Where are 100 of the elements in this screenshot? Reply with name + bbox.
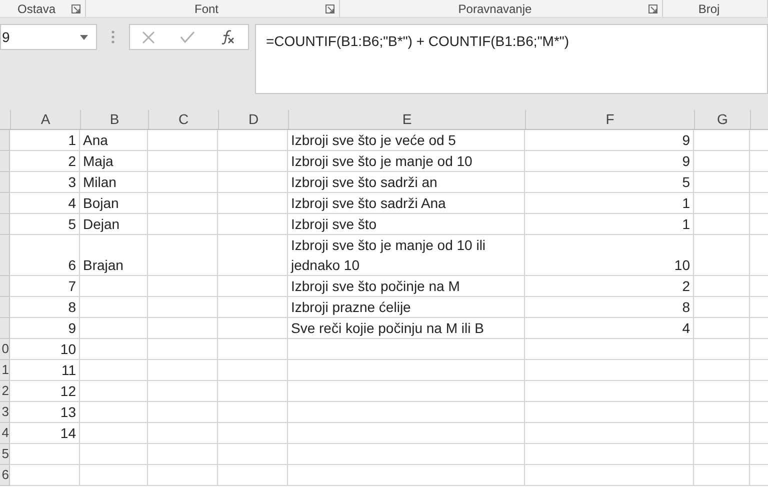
empty-cell[interactable] bbox=[694, 172, 750, 193]
column-header[interactable]: E bbox=[288, 110, 525, 129]
row-header[interactable] bbox=[0, 172, 10, 193]
description-text[interactable]: Izbroji sve što sadrži an bbox=[288, 172, 525, 193]
name-box[interactable]: 9 bbox=[0, 24, 97, 50]
name-value[interactable]: Brajan bbox=[80, 235, 148, 276]
empty-cell[interactable] bbox=[218, 360, 288, 381]
empty-cell[interactable] bbox=[694, 339, 750, 360]
number-value[interactable]: 7 bbox=[10, 276, 80, 297]
function-icon[interactable] bbox=[220, 29, 236, 45]
row-header[interactable]: 2 bbox=[0, 381, 10, 402]
row-header[interactable] bbox=[0, 297, 10, 318]
row-header[interactable]: 1 bbox=[0, 360, 10, 381]
empty-cell[interactable] bbox=[218, 214, 288, 235]
number-value[interactable]: 1 bbox=[10, 130, 80, 151]
empty-cell[interactable] bbox=[148, 465, 218, 486]
empty-cell[interactable] bbox=[80, 276, 148, 297]
number-value[interactable]: 8 bbox=[10, 297, 80, 318]
empty-cell[interactable] bbox=[694, 151, 750, 172]
empty-cell[interactable] bbox=[218, 151, 288, 172]
empty-cell[interactable] bbox=[148, 214, 218, 235]
row-header[interactable]: 3 bbox=[0, 402, 10, 423]
empty-cell[interactable] bbox=[288, 423, 525, 444]
empty-cell[interactable] bbox=[694, 423, 750, 444]
empty-cell[interactable] bbox=[525, 381, 694, 402]
result-value[interactable]: 8 bbox=[525, 297, 694, 318]
empty-cell[interactable] bbox=[80, 444, 148, 465]
empty-cell[interactable] bbox=[148, 172, 218, 193]
row-header[interactable] bbox=[0, 193, 10, 214]
empty-cell[interactable] bbox=[148, 318, 218, 339]
empty-cell[interactable] bbox=[288, 444, 525, 465]
empty-cell[interactable] bbox=[218, 465, 288, 486]
result-value[interactable]: 4 bbox=[525, 318, 694, 339]
description-text[interactable]: Izbroji sve što počinje na M bbox=[288, 276, 525, 297]
empty-cell[interactable] bbox=[218, 130, 288, 151]
empty-cell[interactable] bbox=[218, 318, 288, 339]
row-header[interactable]: 4 bbox=[0, 423, 10, 444]
description-text[interactable]: Izbroji sve što je manje od 10 bbox=[288, 151, 525, 172]
empty-cell[interactable] bbox=[148, 193, 218, 214]
empty-cell[interactable] bbox=[694, 235, 750, 276]
description-text[interactable]: Sve reči kojie počinju na M ili B bbox=[288, 318, 525, 339]
empty-cell[interactable] bbox=[288, 360, 525, 381]
empty-cell[interactable] bbox=[694, 381, 750, 402]
empty-cell[interactable] bbox=[80, 318, 148, 339]
empty-cell[interactable] bbox=[525, 444, 694, 465]
number-value[interactable]: 9 bbox=[10, 318, 80, 339]
empty-cell[interactable] bbox=[288, 381, 525, 402]
empty-cell[interactable] bbox=[694, 402, 750, 423]
empty-cell[interactable] bbox=[80, 297, 148, 318]
empty-cell[interactable] bbox=[148, 423, 218, 444]
number-value[interactable]: 11 bbox=[10, 360, 80, 381]
result-value[interactable]: 1 bbox=[525, 193, 694, 214]
description-text[interactable]: Izbroji sve što je manje od 10 ili jednako 10 bbox=[288, 235, 525, 276]
empty-cell[interactable] bbox=[80, 402, 148, 423]
name-value[interactable]: Maja bbox=[80, 151, 148, 172]
dropdown-caret-icon[interactable] bbox=[80, 34, 88, 40]
empty-cell[interactable] bbox=[148, 360, 218, 381]
empty-cell[interactable] bbox=[148, 402, 218, 423]
empty-cell[interactable] bbox=[148, 276, 218, 297]
result-value[interactable]: 1 bbox=[525, 214, 694, 235]
empty-cell[interactable] bbox=[694, 130, 750, 151]
row-header[interactable] bbox=[0, 151, 10, 172]
number-value[interactable]: 2 bbox=[10, 151, 80, 172]
name-value[interactable]: Ana bbox=[80, 130, 148, 151]
empty-cell[interactable] bbox=[218, 276, 288, 297]
empty-cell[interactable] bbox=[694, 193, 750, 214]
column-header[interactable]: G bbox=[694, 110, 750, 129]
column-header[interactable]: C bbox=[148, 110, 218, 129]
formula-field[interactable]: =COUNTIF(B1:B6;"B*") + COUNTIF(B1:B6;"M*") bbox=[255, 24, 768, 94]
empty-cell[interactable] bbox=[80, 339, 148, 360]
row-header[interactable]: 5 bbox=[0, 444, 10, 465]
name-value[interactable]: Bojan bbox=[80, 193, 148, 214]
column-header[interactable]: A bbox=[10, 110, 80, 129]
empty-cell[interactable] bbox=[218, 172, 288, 193]
column-header[interactable]: F bbox=[525, 110, 694, 129]
empty-cell[interactable] bbox=[148, 381, 218, 402]
column-header[interactable]: B bbox=[80, 110, 148, 129]
result-value[interactable]: 9 bbox=[525, 151, 694, 172]
empty-cell[interactable] bbox=[148, 151, 218, 172]
empty-cell[interactable] bbox=[148, 339, 218, 360]
number-value[interactable]: 3 bbox=[10, 172, 80, 193]
number-value[interactable]: 13 bbox=[10, 402, 80, 423]
row-header[interactable] bbox=[0, 130, 10, 151]
number-value[interactable]: 4 bbox=[10, 193, 80, 214]
empty-cell[interactable] bbox=[694, 360, 750, 381]
name-value[interactable]: Dejan bbox=[80, 214, 148, 235]
dialog-launcher-icon[interactable] bbox=[325, 4, 335, 14]
description-text[interactable]: Izbroji sve što je veće od 5 bbox=[288, 130, 525, 151]
name-value[interactable]: Milan bbox=[80, 172, 148, 193]
result-value[interactable]: 9 bbox=[525, 130, 694, 151]
empty-cell[interactable] bbox=[80, 381, 148, 402]
empty-cell[interactable] bbox=[288, 339, 525, 360]
dialog-launcher-icon[interactable] bbox=[71, 4, 81, 14]
empty-cell[interactable] bbox=[525, 423, 694, 444]
row-header[interactable] bbox=[0, 276, 10, 297]
number-value[interactable]: 6 bbox=[10, 235, 80, 276]
row-header[interactable] bbox=[0, 235, 10, 276]
empty-cell[interactable] bbox=[148, 444, 218, 465]
empty-cell[interactable] bbox=[80, 360, 148, 381]
empty-cell[interactable] bbox=[218, 339, 288, 360]
